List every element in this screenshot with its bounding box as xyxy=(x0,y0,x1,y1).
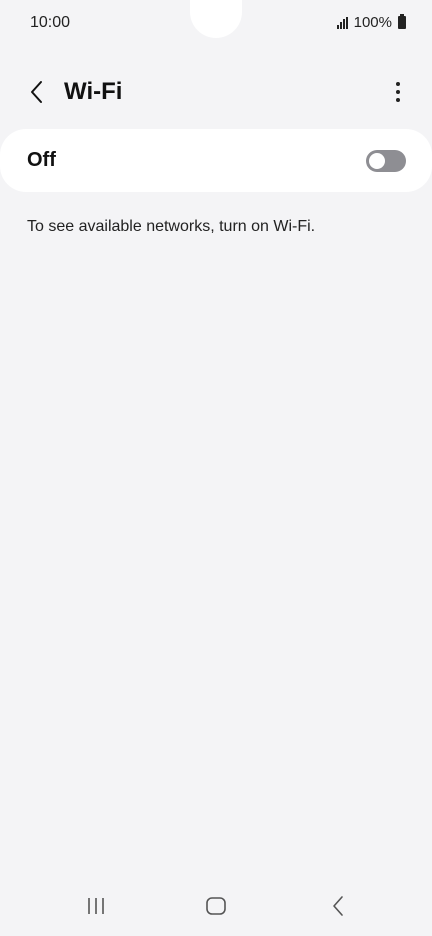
page-title: Wi-Fi xyxy=(64,78,123,105)
wifi-off-message: To see available networks, turn on Wi-Fi… xyxy=(27,218,316,235)
nav-back-button[interactable] xyxy=(320,888,356,924)
status-indicators: 100% xyxy=(336,14,406,31)
status-bar: 10:00 100% xyxy=(0,0,432,48)
navigation-bar xyxy=(0,880,432,936)
wifi-state-label: Off xyxy=(27,149,56,171)
wifi-settings-screen: 10:00 100% Wi-Fi Off To see available ne… xyxy=(0,0,432,936)
wifi-toggle-row[interactable]: Off xyxy=(0,129,432,192)
toggle-knob xyxy=(369,153,385,169)
home-icon xyxy=(206,897,226,915)
back-icon xyxy=(333,896,343,916)
recents-button[interactable] xyxy=(78,888,114,924)
more-vertical-icon xyxy=(396,82,400,86)
app-bar: Wi-Fi xyxy=(0,64,432,120)
camera-notch xyxy=(190,0,242,38)
status-time: 10:00 xyxy=(30,14,71,31)
more-options-button[interactable] xyxy=(386,76,410,108)
home-button[interactable] xyxy=(198,888,234,924)
wifi-toggle-switch[interactable] xyxy=(366,150,406,172)
signal-icon xyxy=(336,16,348,29)
battery-icon xyxy=(398,14,406,29)
battery-percentage: 100% xyxy=(353,14,392,31)
recents-icon xyxy=(88,898,104,914)
chevron-left-icon xyxy=(31,81,42,103)
back-button[interactable] xyxy=(20,74,52,110)
